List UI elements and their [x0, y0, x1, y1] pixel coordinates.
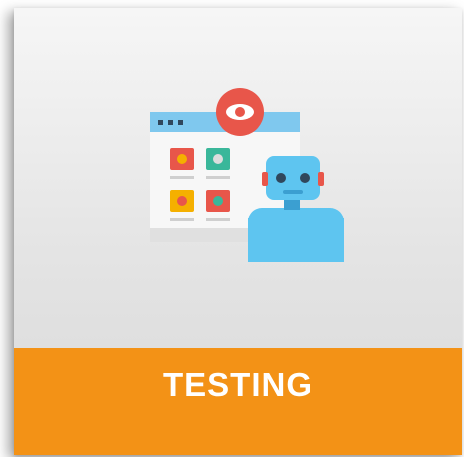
label-banner: TESTING — [14, 348, 462, 455]
tile-label: TESTING — [162, 366, 313, 403]
eye-icon — [216, 88, 264, 136]
testing-tile[interactable]: TESTING — [14, 8, 462, 455]
robot-testing-icon — [150, 88, 344, 262]
